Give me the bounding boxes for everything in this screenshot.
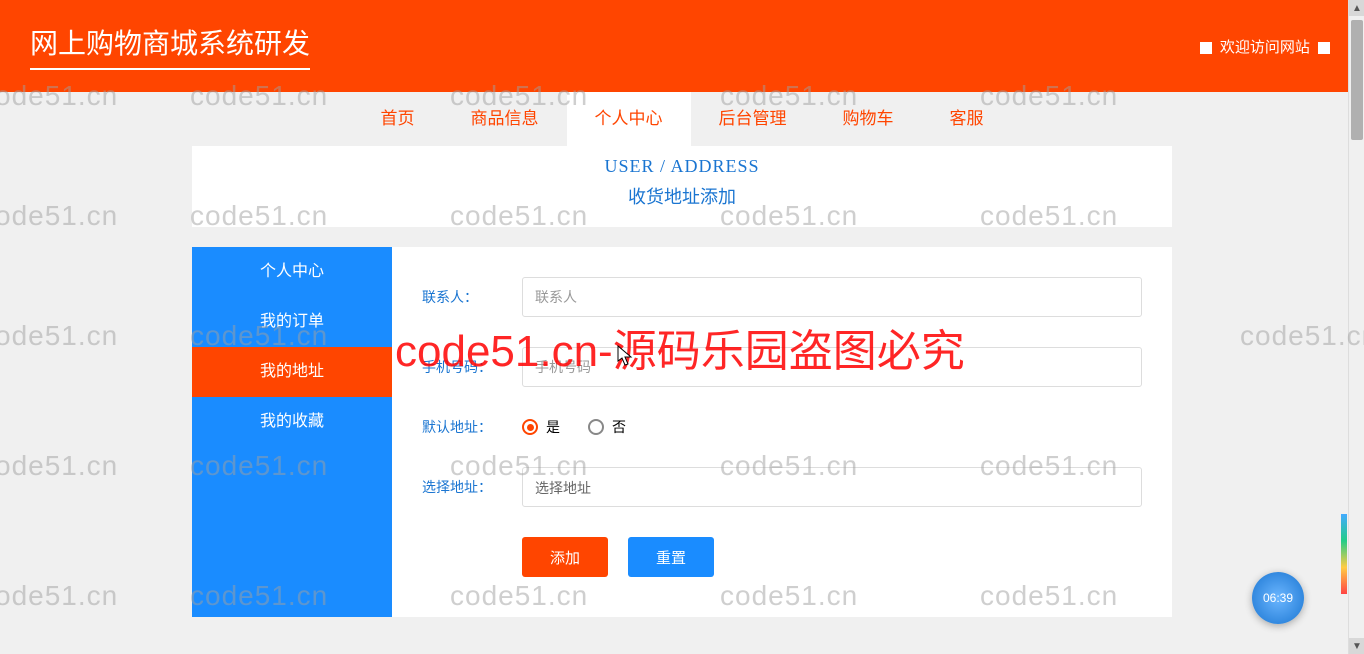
input-contact[interactable] bbox=[522, 277, 1142, 317]
color-bar-icon bbox=[1341, 514, 1347, 594]
watermark-small: code51.cn bbox=[0, 200, 118, 232]
content-area: 个人中心我的订单我的地址我的收藏 联系人： 手机号码： 默认地址： 是 否 bbox=[192, 247, 1172, 617]
select-address[interactable]: 选择地址 bbox=[522, 467, 1142, 507]
radio-yes-label: 是 bbox=[546, 417, 560, 437]
label-default-address: 默认地址： bbox=[422, 417, 522, 437]
nav-item-3[interactable]: 后台管理 bbox=[691, 92, 815, 146]
address-form: 联系人： 手机号码： 默认地址： 是 否 选择地址： 选择地址 bbox=[392, 247, 1172, 617]
nav-item-4[interactable]: 购物车 bbox=[815, 92, 922, 146]
clock-badge[interactable]: 06:39 bbox=[1252, 572, 1304, 624]
radio-icon bbox=[522, 419, 538, 435]
watermark-small: code51.cn bbox=[0, 320, 118, 352]
watermark-small: code51.cn bbox=[1240, 320, 1364, 352]
radio-group-default: 是 否 bbox=[522, 417, 626, 437]
top-header: 网上购物商城系统研发 欢迎访问网站 bbox=[0, 0, 1364, 92]
sidebar-item-0[interactable]: 个人中心 bbox=[192, 247, 392, 297]
scroll-thumb[interactable] bbox=[1351, 20, 1363, 140]
nav-item-0[interactable]: 首页 bbox=[353, 92, 443, 146]
page-heading: USER / ADDRESS 收货地址添加 bbox=[192, 146, 1172, 227]
watermark-small: code51.cn bbox=[0, 580, 118, 612]
page-heading-eng: USER / ADDRESS bbox=[192, 156, 1172, 177]
square-icon bbox=[1200, 42, 1212, 54]
radio-no-label: 否 bbox=[612, 417, 626, 437]
row-contact: 联系人： bbox=[422, 277, 1142, 317]
sidebar: 个人中心我的订单我的地址我的收藏 bbox=[192, 247, 392, 617]
nav-item-5[interactable]: 客服 bbox=[922, 92, 1012, 146]
vertical-scrollbar[interactable]: ▲ ▼ bbox=[1348, 0, 1364, 654]
nav-item-1[interactable]: 商品信息 bbox=[443, 92, 567, 146]
label-phone: 手机号码： bbox=[422, 357, 522, 377]
radio-no[interactable]: 否 bbox=[588, 417, 626, 437]
row-default-address: 默认地址： 是 否 bbox=[422, 417, 1142, 437]
sidebar-item-1[interactable]: 我的订单 bbox=[192, 297, 392, 347]
label-select-address: 选择地址： bbox=[422, 477, 522, 497]
watermark-small: code51.cn bbox=[0, 450, 118, 482]
radio-icon bbox=[588, 419, 604, 435]
welcome-text: 欢迎访问网站 bbox=[1196, 36, 1334, 57]
site-title[interactable]: 网上购物商城系统研发 bbox=[30, 22, 310, 70]
scroll-down-icon[interactable]: ▼ bbox=[1349, 638, 1364, 654]
nav-item-2[interactable]: 个人中心 bbox=[567, 92, 691, 146]
welcome-label: 欢迎访问网站 bbox=[1220, 39, 1310, 56]
button-row: 添加 重置 bbox=[422, 537, 1142, 577]
label-contact: 联系人： bbox=[422, 287, 522, 307]
submit-button[interactable]: 添加 bbox=[522, 537, 608, 577]
row-phone: 手机号码： bbox=[422, 347, 1142, 387]
input-phone[interactable] bbox=[522, 347, 1142, 387]
reset-button[interactable]: 重置 bbox=[628, 537, 714, 577]
row-select-address: 选择地址： 选择地址 bbox=[422, 467, 1142, 507]
square-icon bbox=[1318, 42, 1330, 54]
page-heading-chn: 收货地址添加 bbox=[192, 183, 1172, 209]
sidebar-item-3[interactable]: 我的收藏 bbox=[192, 397, 392, 447]
main-nav: 首页商品信息个人中心后台管理购物车客服 bbox=[0, 92, 1364, 146]
radio-yes[interactable]: 是 bbox=[522, 417, 560, 437]
sidebar-item-2[interactable]: 我的地址 bbox=[192, 347, 392, 397]
scroll-up-icon[interactable]: ▲ bbox=[1349, 0, 1364, 16]
